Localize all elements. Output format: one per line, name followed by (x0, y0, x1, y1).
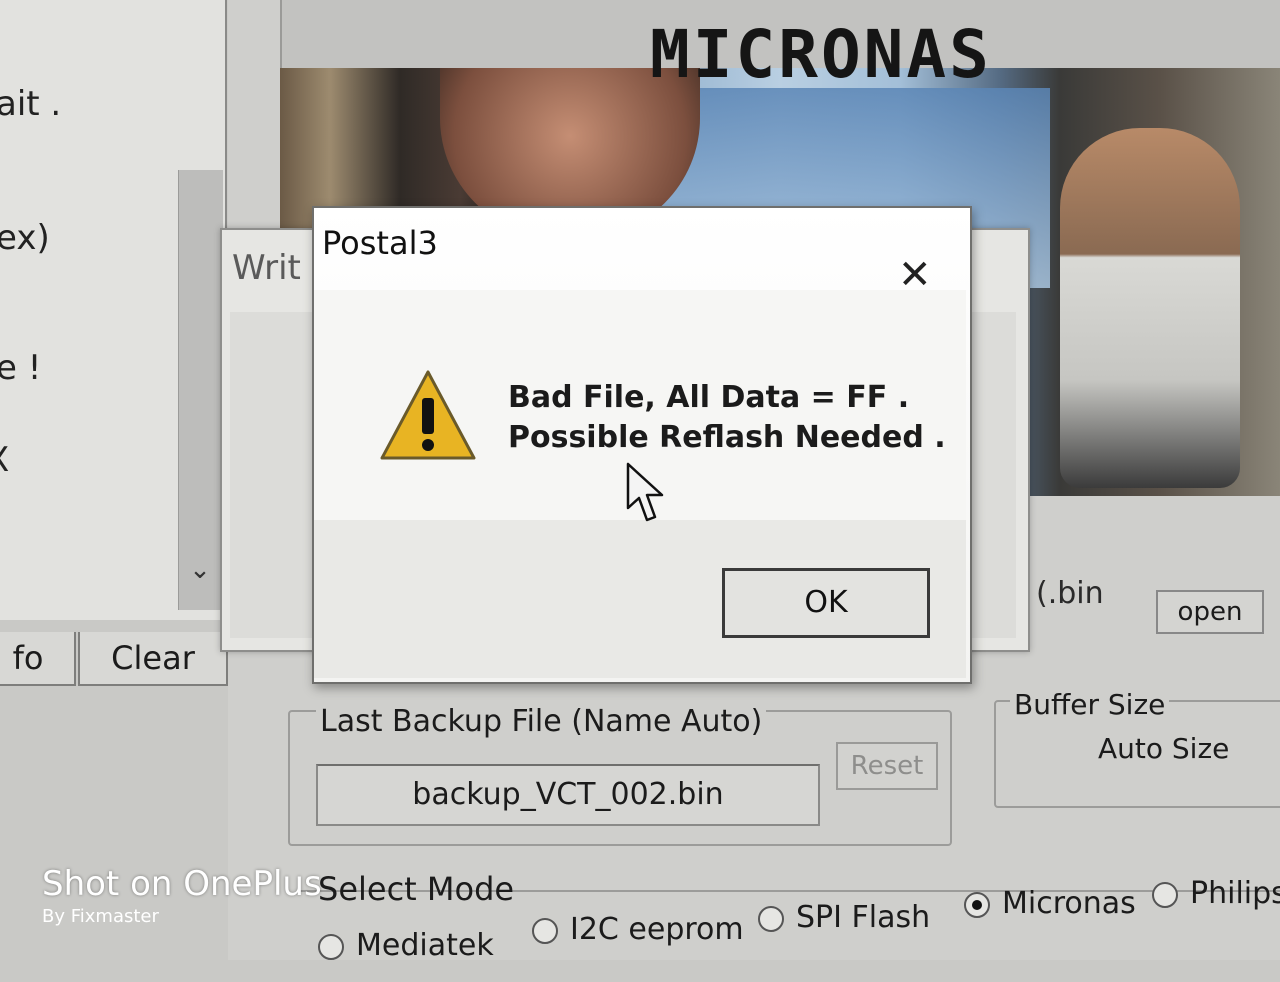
radio-label: Philips (1190, 876, 1280, 911)
log-line: ait . (0, 84, 62, 124)
radio-label: SPI Flash (796, 900, 931, 935)
ok-button[interactable]: OK (722, 568, 930, 638)
radio-i2c-eeprom[interactable]: I2C eeprom (532, 912, 744, 947)
photo-person (1060, 128, 1240, 488)
radio-spi-flash[interactable]: SPI Flash (758, 900, 930, 935)
filename-label: (.bin (1036, 576, 1104, 611)
radio-label: I2C eeprom (570, 912, 744, 947)
brand-title: MICRONAS (650, 16, 992, 93)
reset-button[interactable]: Reset (836, 742, 938, 790)
radio-micronas[interactable]: Micronas (964, 886, 1136, 921)
dialog-message-line: Bad File, All Data = FF . (508, 380, 910, 415)
mouse-pointer-icon (626, 462, 664, 522)
dialog-title: Postal3 (322, 224, 438, 262)
open-button[interactable]: open (1156, 590, 1264, 634)
dialog-message-line: Possible Reflash Needed . (508, 420, 946, 455)
radio-philips[interactable]: Philips (1152, 876, 1280, 911)
radio-button-icon (318, 933, 344, 960)
warning-icon (380, 370, 476, 460)
radio-button-icon (758, 905, 784, 932)
radio-mediatek[interactable]: Mediatek (318, 928, 494, 963)
log-line: ex) (0, 218, 50, 258)
select-mode-legend: Select Mode (318, 870, 515, 908)
radio-button-icon (532, 917, 558, 944)
backup-legend: Last Backup File (Name Auto) (316, 704, 767, 739)
radio-button-icon (1152, 881, 1178, 908)
close-icon[interactable]: ✕ (898, 252, 932, 298)
buffer-size-value: Auto Size (1098, 732, 1230, 765)
backup-filename-field[interactable]: backup_VCT_002.bin (316, 764, 820, 826)
log-line: e ! (0, 348, 42, 388)
radio-button-selected-icon (964, 891, 990, 918)
info-button[interactable]: fo (0, 632, 76, 686)
camera-watermark-credit: By Fixmaster (42, 906, 159, 927)
scroll-down-arrow-icon[interactable]: ⌄ (178, 540, 222, 600)
buffer-size-legend: Buffer Size (1010, 688, 1170, 721)
log-line: X (0, 440, 9, 480)
camera-watermark: Shot on OnePlus (42, 864, 322, 904)
clear-button[interactable]: Clear (78, 632, 228, 686)
write-window-title: Writ (232, 248, 301, 288)
radio-label: Mediatek (356, 928, 494, 963)
radio-label: Micronas (1002, 886, 1136, 921)
